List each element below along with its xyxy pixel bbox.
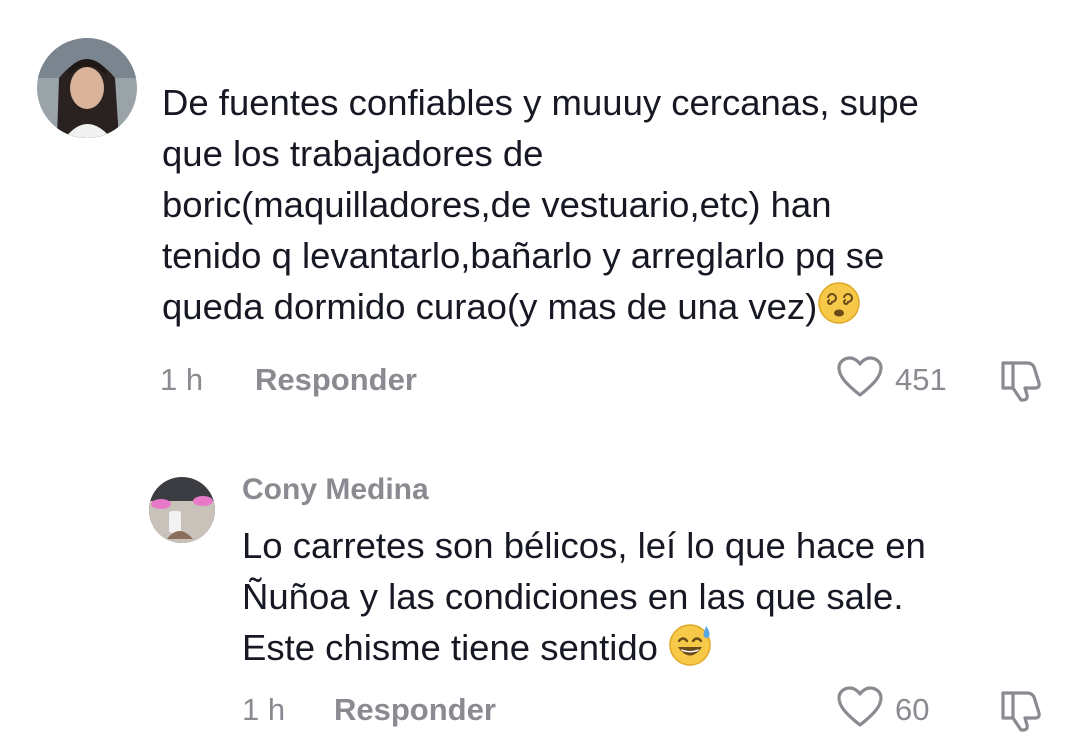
grinning-sweat-emoji bbox=[668, 622, 714, 679]
comment-timestamp: 1 h bbox=[242, 692, 286, 727]
heart-icon[interactable] bbox=[836, 685, 884, 734]
comment-line: Lo carretes son bélicos, leí lo que hace… bbox=[242, 525, 926, 566]
heart-icon[interactable] bbox=[836, 355, 884, 404]
avatar[interactable] bbox=[37, 38, 137, 138]
user-avatar-image bbox=[149, 477, 215, 543]
comment-line: Este chisme tiene sentido bbox=[242, 627, 658, 668]
comment-timestamp: 1 h bbox=[160, 362, 204, 397]
comment: De fuentes confiables y muuuy cercanas, … bbox=[0, 0, 1080, 430]
comment-line: tenido q levantarlo,bañarlo y arreglarlo… bbox=[162, 235, 885, 276]
avatar[interactable] bbox=[149, 477, 215, 543]
dislike-icon[interactable] bbox=[997, 685, 1045, 738]
reply-button[interactable]: Responder bbox=[334, 692, 496, 728]
like-count: 451 bbox=[895, 362, 947, 397]
comment-line: boric(maquilladores,de vestuario,etc) ha… bbox=[162, 184, 832, 225]
dizzy-face-emoji bbox=[817, 281, 861, 338]
comment-line: Ñuñoa y las condiciones en las que sale. bbox=[242, 576, 904, 617]
comment-line: que los trabajadores de bbox=[162, 133, 544, 174]
comment-text: Lo carretes son bélicos, leí lo que hace… bbox=[242, 520, 1062, 679]
dislike-icon[interactable] bbox=[997, 355, 1045, 408]
comment-text: De fuentes confiables y muuuy cercanas, … bbox=[162, 77, 1062, 338]
user-avatar-image bbox=[37, 38, 137, 138]
comment-line: queda dormido curao(y mas de una vez) bbox=[162, 286, 818, 327]
reply-button[interactable]: Responder bbox=[255, 362, 417, 398]
author-name[interactable]: Cony Medina bbox=[242, 473, 429, 507]
like-count: 60 bbox=[895, 692, 930, 727]
reply-comment: Cony Medina Lo carretes son bélicos, leí… bbox=[0, 440, 1080, 732]
comment-line: De fuentes confiables y muuuy cercanas, … bbox=[162, 82, 919, 123]
